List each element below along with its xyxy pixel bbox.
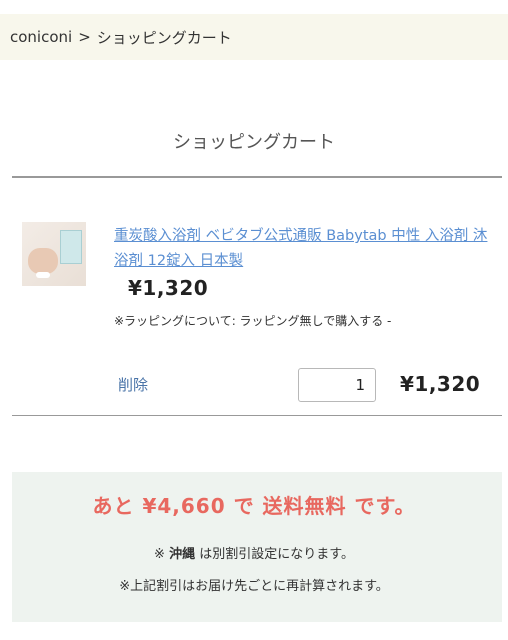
product-thumbnail[interactable] — [22, 222, 86, 286]
divider-bottom — [12, 415, 502, 416]
wrapping-note: ※ラッピングについて: ラッピング無しで購入する - — [114, 314, 392, 328]
thumbnail-hand-shape — [28, 248, 58, 274]
okinawa-note: ※ 沖縄 は別割引設定になります。 — [0, 543, 508, 562]
breadcrumb-current: ショッピングカート — [96, 28, 232, 47]
thumbnail-tablet-shape — [36, 272, 50, 278]
product-name-link[interactable]: 重炭酸入浴剤 ベビタブ公式通販 Babytab 中性 入浴剤 沐浴剤 12錠入 … — [114, 224, 498, 274]
breadcrumb-separator: > — [78, 28, 91, 46]
line-total: ¥1,320 — [400, 372, 481, 396]
page-title: ショッピングカート — [173, 132, 335, 153]
thumbnail-package-shape — [60, 230, 82, 264]
note-rest: は別割引設定になります。 — [199, 547, 354, 562]
recalc-note: ※上記割引はお届け先ごとに再計算されます。 — [119, 579, 389, 594]
unit-price: ¥1,320 — [128, 276, 209, 300]
note-okinawa: 沖縄 — [169, 547, 196, 562]
divider-top — [12, 176, 502, 178]
delete-button[interactable]: 削除 — [118, 374, 148, 395]
breadcrumb-home-link[interactable]: coniconi — [10, 28, 72, 46]
note-mark: ※ — [154, 547, 165, 562]
quantity-input[interactable] — [298, 368, 376, 402]
free-shipping-message: あと ¥4,660 で 送料無料 です。 — [92, 494, 416, 518]
breadcrumb: coniconi > ショッピングカート — [0, 14, 508, 60]
